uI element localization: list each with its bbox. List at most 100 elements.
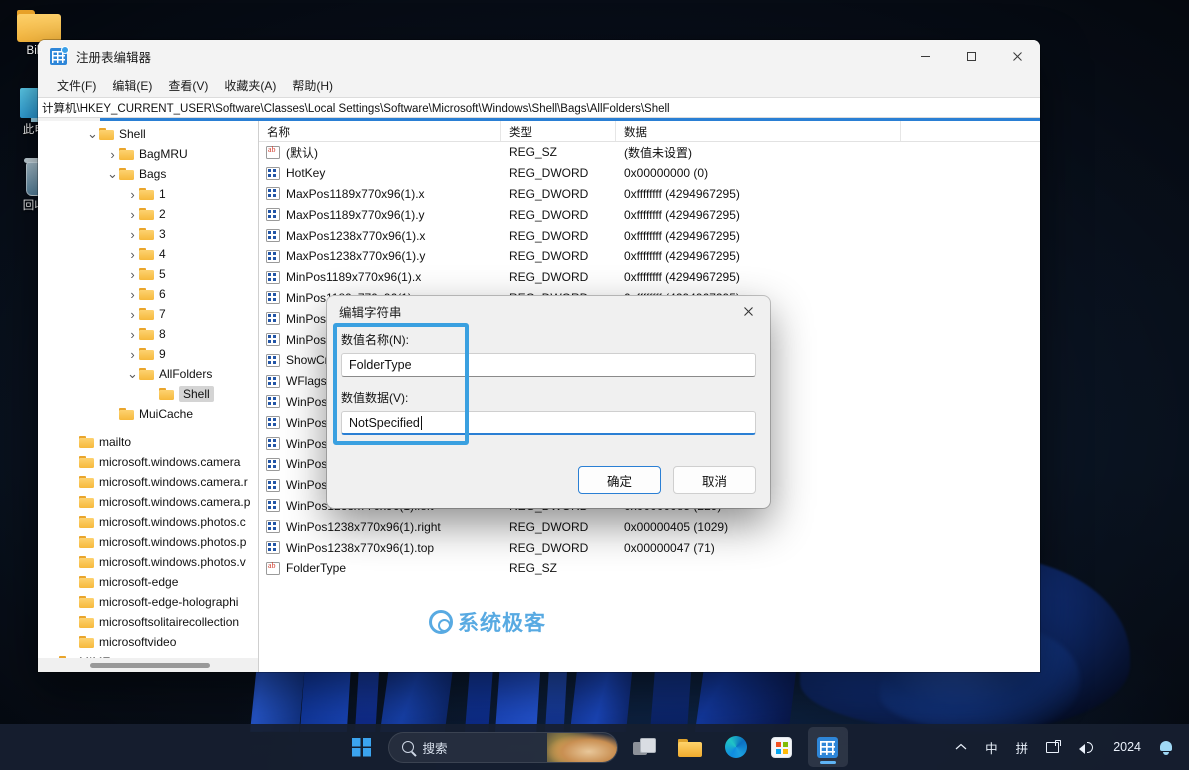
cell-type: REG_DWORD — [509, 207, 589, 222]
tree-node[interactable]: ⌄ AllFolders — [38, 364, 258, 384]
watermark: 系统极客 — [429, 607, 546, 637]
table-row[interactable]: WinPos1238x770x96(1).right REG_DWORD 0x000… — [259, 516, 1040, 537]
tree-node[interactable]: › 4 — [38, 244, 258, 264]
menu-help[interactable]: 帮助(H) — [285, 75, 340, 96]
tree-node[interactable]: microsoftvideo — [38, 632, 258, 652]
chevron-right-icon[interactable]: › — [126, 207, 139, 222]
taskbar-item-task-view[interactable] — [624, 727, 664, 767]
tree-node[interactable]: microsoft.windows.photos.c — [38, 512, 258, 532]
tree-node[interactable]: › 1 — [38, 184, 258, 204]
tree-node[interactable]: microsoft.windows.photos.v — [38, 552, 258, 572]
table-row[interactable]: MaxPos1238x770x96(1).y REG_DWORD 0xfffffff… — [259, 246, 1040, 267]
tray-overflow-button[interactable] — [947, 730, 975, 764]
value-data-text: NotSpecified — [349, 415, 420, 430]
scrollbar-thumb[interactable] — [90, 663, 210, 668]
cancel-button[interactable]: 取消 — [673, 466, 756, 494]
value-name-input[interactable]: FolderType — [341, 353, 756, 377]
table-row[interactable]: MinPos1189x770x96(1).x REG_DWORD 0xfffffff… — [259, 267, 1040, 288]
window-titlebar[interactable]: 注册表编辑器 — [38, 40, 1040, 73]
tree-node[interactable]: microsoft.windows.camera — [38, 452, 258, 472]
tree-node[interactable]: microsoft.windows.camera.r — [38, 472, 258, 492]
tree-node[interactable]: › 2 — [38, 204, 258, 224]
registry-tree[interactable]: ⌄ Shell › BagMRU ⌄ Bags › 1 › 2 › 3 › 4 › 5 › 6 › 7 › 8 › 9 ⌄ All… — [38, 121, 258, 658]
address-bar[interactable]: 计算机\HKEY_CURRENT_USER\Software\Classes\L… — [38, 97, 1040, 118]
clock[interactable]: 2024 — [1105, 730, 1149, 764]
value-name: MaxPos1238x770x96(1).y — [286, 249, 426, 264]
tree-node[interactable]: › 3 — [38, 224, 258, 244]
window-title: 注册表编辑器 — [76, 51, 152, 65]
dialog-close-button[interactable] — [726, 296, 770, 326]
taskbar-item-registry-editor[interactable] — [807, 727, 848, 767]
tree-node[interactable]: Shell — [38, 384, 258, 404]
dword-value-icon — [266, 541, 280, 555]
table-row[interactable]: (默认) REG_SZ (数值未设置) — [259, 142, 1040, 163]
taskbar-item-microsoft-store[interactable] — [762, 727, 802, 767]
dialog-titlebar[interactable]: 编辑字符串 — [327, 296, 770, 326]
menu-view[interactable]: 查看(V) — [161, 75, 215, 96]
value-data-input[interactable]: NotSpecified — [341, 411, 756, 435]
tree-node[interactable]: › 8 — [38, 324, 258, 344]
taskbar-item-file-explorer[interactable] — [670, 727, 710, 767]
menu-edit[interactable]: 编辑(E) — [105, 75, 159, 96]
taskbar-item-microsoft-edge[interactable] — [716, 727, 756, 767]
minimize-button[interactable] — [902, 40, 948, 73]
chevron-right-icon[interactable]: › — [126, 347, 139, 362]
folder-icon — [119, 148, 134, 160]
ok-button[interactable]: 确定 — [578, 466, 661, 494]
tree-node[interactable]: › 9 — [38, 344, 258, 364]
chevron-down-icon[interactable]: ⌄ — [126, 367, 139, 380]
tree-horizontal-scrollbar[interactable] — [38, 658, 258, 672]
tree-node[interactable]: › BagMRU — [38, 144, 258, 164]
tree-node[interactable]: microsoft-edge-holographi — [38, 592, 258, 612]
tree-node-label: Bags — [139, 167, 167, 181]
menu-file[interactable]: 文件(F) — [50, 75, 103, 96]
table-row[interactable]: HotKey REG_DWORD 0x00000000 (0) — [259, 163, 1040, 184]
table-row[interactable]: MaxPos1238x770x96(1).x REG_DWORD 0xfffffff… — [259, 225, 1040, 246]
tree-node[interactable]: microsoft.windows.photos.p — [38, 532, 258, 552]
taskbar-search-box[interactable]: 搜索 — [387, 731, 618, 763]
tree-node[interactable]: mailto — [38, 432, 258, 452]
chevron-down-icon[interactable]: ⌄ — [86, 127, 99, 140]
network-button[interactable] — [1038, 730, 1069, 764]
tree-node[interactable]: ⌄ Shell — [38, 124, 258, 144]
table-row[interactable]: MaxPos1189x770x96(1).y REG_DWORD 0xfffffff… — [259, 204, 1040, 225]
tree-node[interactable]: › 6 — [38, 284, 258, 304]
column-header-name[interactable]: 名称 — [259, 121, 501, 141]
table-row[interactable]: WinPos1238x770x96(1).top REG_DWORD 0x00000… — [259, 537, 1040, 558]
start-button[interactable] — [342, 727, 382, 767]
tree-node-label: microsoft-edge — [99, 575, 179, 589]
chevron-right-icon[interactable]: › — [106, 147, 119, 162]
tree-node-label: 8 — [159, 327, 166, 341]
tree-node[interactable]: microsoftsolitairecollection — [38, 612, 258, 632]
dword-value-icon — [266, 374, 280, 388]
tree-node[interactable]: ⌄ Bags — [38, 164, 258, 184]
notification-button[interactable] — [1151, 730, 1181, 764]
dword-value-icon — [266, 291, 280, 305]
table-row[interactable]: MaxPos1189x770x96(1).x REG_DWORD 0xfffffff… — [259, 184, 1040, 205]
table-row[interactable]: FolderType REG_SZ — [259, 558, 1040, 579]
chevron-right-icon[interactable]: › — [126, 327, 139, 342]
cell-data: 0x00000405 (1029) — [624, 519, 729, 534]
tree-node[interactable]: › 5 — [38, 264, 258, 284]
volume-button[interactable] — [1071, 730, 1103, 764]
maximize-button[interactable] — [948, 40, 994, 73]
chevron-right-icon[interactable]: › — [126, 287, 139, 302]
close-button[interactable] — [994, 40, 1040, 73]
chevron-right-icon[interactable]: › — [126, 247, 139, 262]
tree-node-label: MuiCache — [139, 407, 194, 421]
ime-pinyin-indicator[interactable]: 拼 — [1008, 730, 1037, 764]
column-header-data[interactable]: 数据 — [616, 121, 901, 141]
tree-node[interactable]: microsoft.windows.camera.p — [38, 492, 258, 512]
chevron-right-icon[interactable]: › — [126, 187, 139, 202]
folder-icon — [139, 368, 154, 380]
tree-node[interactable]: › 7 — [38, 304, 258, 324]
column-header-type[interactable]: 类型 — [501, 121, 616, 141]
tree-node[interactable]: MuiCache — [38, 404, 258, 424]
ime-mode-indicator[interactable]: 中 — [977, 730, 1006, 764]
tree-node[interactable]: microsoft-edge — [38, 572, 258, 592]
menu-favorites[interactable]: 收藏夹(A) — [217, 75, 283, 96]
chevron-right-icon[interactable]: › — [126, 267, 139, 282]
chevron-right-icon[interactable]: › — [126, 227, 139, 242]
chevron-right-icon[interactable]: › — [126, 307, 139, 322]
chevron-down-icon[interactable]: ⌄ — [106, 167, 119, 180]
